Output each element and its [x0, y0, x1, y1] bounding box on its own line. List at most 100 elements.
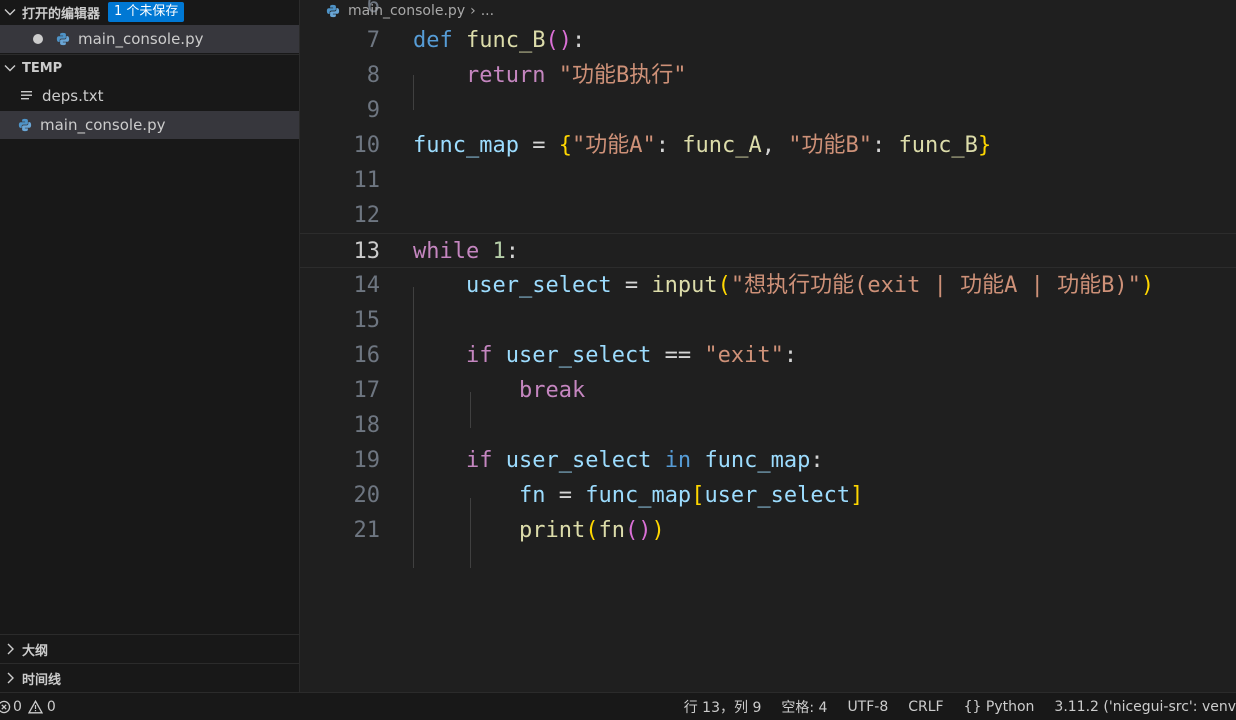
code-token: func_B: [466, 28, 546, 53]
language-mode[interactable]: {} Python: [964, 699, 1035, 715]
line-number: 20: [353, 483, 381, 508]
code-token: (): [624, 518, 652, 543]
code-token: func_map: [413, 133, 519, 158]
indent-guide: [470, 498, 471, 568]
breadcrumb-more[interactable]: ...: [481, 3, 494, 19]
code-line[interactable]: 13 while 1:: [300, 233, 1236, 268]
code-line[interactable]: 15: [300, 303, 1236, 338]
breadcrumb-file[interactable]: main_console.py: [348, 3, 465, 19]
code-line[interactable]: 8 return "功能B执行": [300, 58, 1236, 93]
line-number: 11: [353, 168, 381, 193]
code-token: (: [717, 273, 731, 298]
indentation[interactable]: 空格: 4: [781, 697, 827, 717]
encoding[interactable]: UTF-8: [847, 699, 888, 715]
code-token: "想执行功能(exit | 功能A | 功能B)": [730, 273, 1141, 298]
cursor-position[interactable]: 行 13，列 9: [684, 697, 762, 717]
code-line[interactable]: 16 if user_select == "exit":: [300, 338, 1236, 373]
code-token: func_map: [585, 483, 692, 508]
open-editor-item[interactable]: main_console.py: [0, 25, 299, 53]
code-token: fn: [518, 483, 546, 508]
line-code: def func_B():: [413, 23, 585, 58]
code-token: func_B: [898, 133, 978, 158]
code-token: =: [545, 483, 586, 508]
line-number: 17: [353, 378, 381, 403]
line-number: 12: [353, 203, 381, 228]
code-token: ]: [850, 483, 864, 508]
code-token: user_select: [505, 448, 652, 473]
code-line[interactable]: 18: [300, 408, 1236, 443]
line-number: 19: [353, 448, 381, 473]
explorer-sidebar: 打开的编辑器 1 个未保存 main_console.py TEMP deps.…: [0, 0, 300, 692]
line-code: user_select = input("想执行功能(exit | 功能A | …: [413, 268, 1154, 303]
code-line[interactable]: 12: [300, 198, 1236, 233]
file-item-deps[interactable]: deps.txt: [0, 82, 299, 110]
error-icon: [0, 700, 11, 713]
status-bar: 0 0 行 13，列 9 空格: 4 UTF-8 CRLF {} Python …: [0, 692, 1236, 720]
code-token: print: [518, 518, 586, 543]
code-token: 1: [492, 239, 506, 264]
code-line[interactable]: 17 break: [300, 373, 1236, 408]
line-code: print(fn()): [413, 513, 665, 548]
code-token: user_select: [505, 343, 652, 368]
code-token: :: [571, 28, 586, 53]
code-line[interactable]: 20 fn = func_map[user_select]: [300, 478, 1236, 513]
section-divider: [0, 663, 299, 664]
line-number: 10: [353, 133, 381, 158]
code-line[interactable]: 21 print(fn()): [300, 513, 1236, 548]
code-editor[interactable]: 6 7 def func_B(): 8 return "功能B执行" 9 10 func_m…: [300, 0, 1236, 692]
python-interpreter[interactable]: 3.11.2 ('nicegui-src': venv: [1054, 699, 1236, 715]
line-number: 13: [353, 239, 381, 264]
code-token: "exit": [704, 343, 784, 368]
code-token: user_select: [465, 273, 612, 298]
section-divider: [0, 634, 299, 635]
breadcrumb: main_console.py › ...: [326, 1, 494, 21]
code-token: ): [1140, 273, 1155, 298]
python-file-icon: [18, 118, 32, 132]
code-token: if: [465, 448, 493, 473]
chevron-down-icon: [4, 9, 16, 16]
open-editor-filename: main_console.py: [78, 30, 204, 48]
code-line[interactable]: 10 func_map = {"功能A": func_A, "功能B": func…: [300, 128, 1236, 163]
folder-title: TEMP: [22, 60, 63, 76]
outline-header[interactable]: 大纲: [0, 637, 299, 661]
indent-guide: [413, 75, 414, 110]
problems-indicator[interactable]: 0 0: [0, 693, 60, 720]
end-of-line[interactable]: CRLF: [908, 699, 943, 715]
code-token: =: [611, 273, 652, 298]
code-line[interactable]: 19 if user_select in func_map:: [300, 443, 1236, 478]
open-editors-header[interactable]: 打开的编辑器 1 个未保存: [0, 0, 299, 24]
line-code: break: [413, 373, 585, 408]
file-item-label: deps.txt: [42, 87, 104, 105]
code-token: [: [691, 483, 705, 508]
chevron-down-icon: [4, 65, 16, 72]
file-item-label: main_console.py: [40, 116, 166, 134]
timeline-title: 时间线: [22, 672, 62, 688]
line-number: 16: [353, 343, 381, 368]
unsaved-dot-icon[interactable]: [33, 34, 43, 44]
python-file-icon: [56, 32, 70, 46]
code-line[interactable]: 9: [300, 93, 1236, 128]
code-line[interactable]: 11: [300, 163, 1236, 198]
code-token: "功能B": [788, 133, 872, 158]
file-item-main-console[interactable]: main_console.py: [0, 111, 299, 139]
code-token: "功能A": [571, 133, 656, 158]
code-token: user_select: [704, 483, 851, 508]
code-line[interactable]: 7 def func_B():: [300, 23, 1236, 58]
open-editors-title: 打开的编辑器: [22, 6, 101, 22]
code-token: :: [871, 133, 899, 158]
folder-header[interactable]: TEMP: [0, 56, 299, 80]
line-code: while 1:: [413, 234, 519, 269]
code-token: =: [518, 133, 559, 158]
timeline-header[interactable]: 时间线: [0, 666, 299, 690]
indent-guide: [413, 287, 414, 568]
code-token: if: [465, 343, 493, 368]
code-line[interactable]: 14 user_select = input("想执行功能(exit | 功能A…: [300, 268, 1236, 303]
